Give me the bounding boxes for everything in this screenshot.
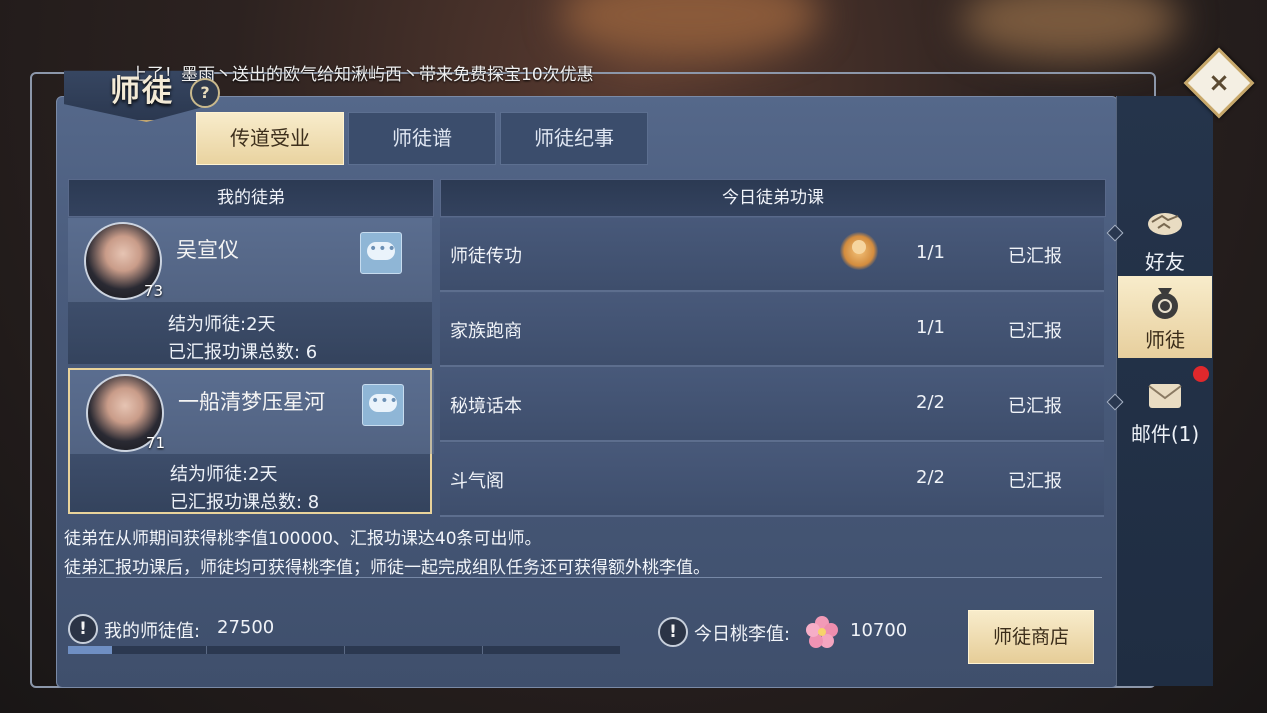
task-count: 1/1	[916, 242, 945, 263]
background-light	[560, 0, 820, 60]
student-card[interactable]: 71 一船清梦压星河 结为师徒:2天 已汇报功课总数: 8	[68, 368, 434, 514]
sidebar-item-mail[interactable]: 邮件(1)	[1118, 370, 1212, 452]
background-light	[960, 0, 1180, 60]
task-status: 已汇报	[1008, 246, 1062, 267]
mentorship-days: 结为师徒:2天	[168, 314, 276, 335]
description-line: 徒弟汇报功课后，师徒均可获得桃李值；师徒一起完成组队任务还可获得额外桃李值。	[64, 558, 710, 578]
handshake-icon	[1148, 213, 1182, 235]
help-icon[interactable]: ?	[190, 78, 220, 108]
task-status: 已汇报	[1008, 321, 1062, 342]
sidebar-item-mentorship[interactable]: 师徒	[1118, 276, 1212, 358]
task-name: 家族跑商	[450, 321, 522, 342]
tab-chronicle[interactable]: 师徒纪事	[500, 112, 648, 165]
tasks-header: 今日徒弟功课	[440, 179, 1106, 217]
task-name: 斗气阁	[450, 471, 504, 492]
progress-fill	[68, 646, 113, 654]
student-name: 一船清梦压星河	[178, 390, 325, 414]
task-count: 2/2	[916, 467, 945, 488]
task-status: 已汇报	[1008, 396, 1062, 417]
student-level: 71	[146, 434, 166, 452]
task-row: 家族跑商 1/1 已汇报	[440, 293, 1104, 367]
mentorship-days: 结为师徒:2天	[170, 464, 278, 485]
task-count: 2/2	[916, 392, 945, 413]
sidebar-item-friends[interactable]: 好友	[1118, 198, 1212, 280]
task-row: 师徒传功 1/1 已汇报	[440, 218, 1104, 292]
student-name: 吴宣仪	[176, 238, 239, 262]
page-title: 师徒	[110, 74, 174, 109]
task-name: 师徒传功	[450, 246, 522, 267]
mentor-shop-button[interactable]: 师徒商店	[968, 610, 1094, 664]
progress-tick	[206, 646, 207, 654]
task-row: 斗气阁 2/2 已汇报	[440, 443, 1104, 517]
divider	[66, 577, 1102, 578]
sidebar-item-label: 师徒	[1145, 328, 1185, 352]
student-level: 73	[144, 282, 164, 300]
report-count: 已汇报功课总数: 8	[170, 492, 320, 513]
sidebar-item-label: 邮件(1)	[1130, 422, 1200, 446]
info-icon[interactable]: !	[68, 614, 98, 644]
chat-icon[interactable]	[360, 232, 402, 274]
task-row: 秘境话本 2/2 已汇报	[440, 368, 1104, 442]
student-card[interactable]: 73 吴宣仪 结为师徒:2天 已汇报功课总数: 6	[68, 218, 432, 364]
meditation-icon	[840, 232, 878, 270]
task-status: 已汇报	[1008, 471, 1062, 492]
money-bag-icon	[1152, 288, 1178, 319]
close-icon: ×	[1208, 68, 1230, 98]
report-count: 已汇报功课总数: 6	[168, 342, 318, 363]
sidebar-item-label: 好友	[1145, 250, 1185, 274]
peach-blossom-icon	[806, 616, 838, 648]
progress-tick	[344, 646, 345, 654]
mail-icon	[1148, 384, 1182, 408]
info-icon[interactable]: !	[658, 617, 688, 647]
mentor-value: 27500	[217, 617, 275, 638]
description-line: 徒弟在从师期间获得桃李值100000、汇报功课达40条可出师。	[64, 529, 542, 549]
peach-value: 10700	[850, 620, 908, 641]
tab-teaching[interactable]: 传道受业	[196, 112, 344, 165]
chat-icon[interactable]	[362, 384, 404, 426]
notification-badge	[1193, 366, 1209, 382]
mentor-progress-bar	[68, 646, 620, 654]
tab-lineage[interactable]: 师徒谱	[348, 112, 496, 165]
task-name: 秘境话本	[450, 396, 522, 417]
progress-tick	[482, 646, 483, 654]
task-count: 1/1	[916, 317, 945, 338]
mentor-value-label: 我的师徒值:	[104, 621, 201, 642]
students-header: 我的徒弟	[68, 179, 434, 217]
peach-value-label: 今日桃李值:	[694, 624, 791, 645]
